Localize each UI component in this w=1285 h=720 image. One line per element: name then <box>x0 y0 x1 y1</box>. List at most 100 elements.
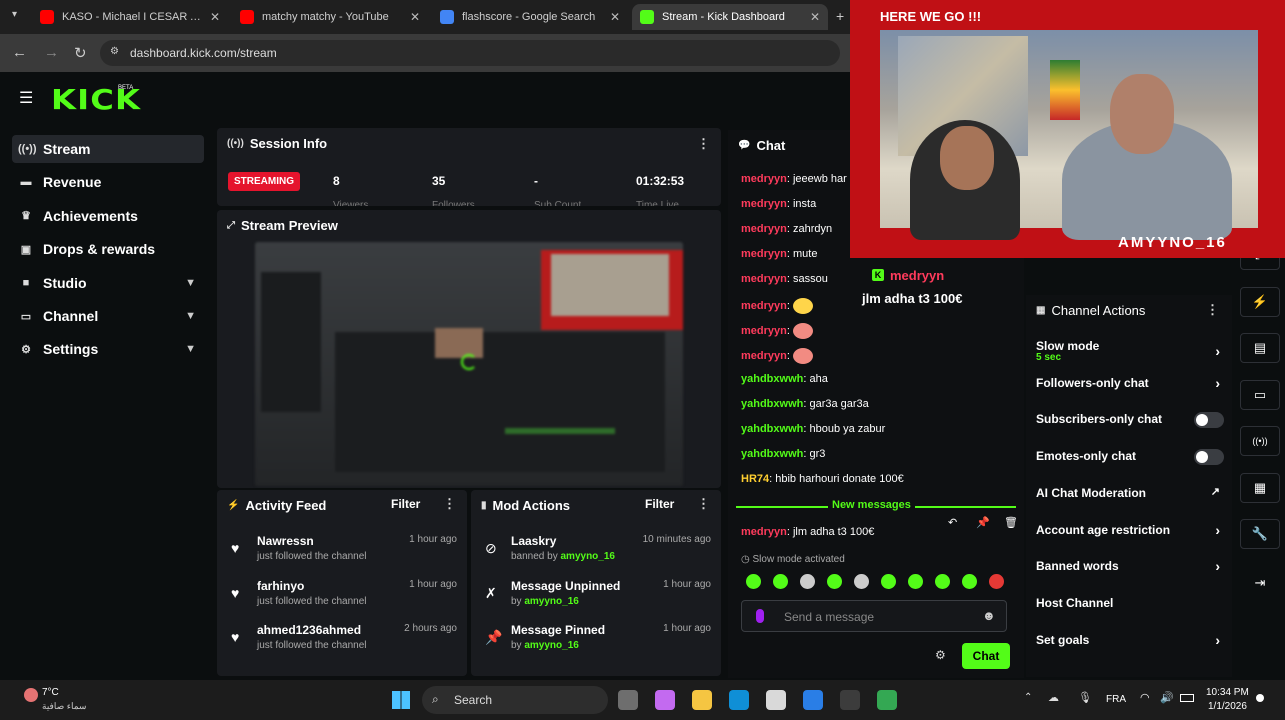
browser-tab[interactable]: KASO - Michael I CESAR ART S...✕ <box>32 4 228 30</box>
chevron-down-icon[interactable]: ▼ <box>185 277 196 289</box>
taskbar-app-icon[interactable] <box>692 690 712 710</box>
chat-username[interactable]: medryyn <box>741 300 787 312</box>
windows-start-icon[interactable] <box>392 691 410 709</box>
tray-chevron-icon[interactable]: ⌃ <box>1024 692 1032 703</box>
activity-user[interactable]: ahmed1236ahmed <box>257 623 361 637</box>
channel-action-emotes-only-chat[interactable]: Emotes-only chat <box>1036 449 1224 473</box>
sidebar-item-drops-rewards[interactable]: ▣ Drops & rewards <box>12 235 204 263</box>
tab-close-icon[interactable]: ✕ <box>402 10 420 24</box>
chat-username[interactable]: HR74 <box>741 473 769 485</box>
channel-icon[interactable]: ▦ <box>1240 472 1280 503</box>
chat-username[interactable]: medryyn <box>741 350 787 362</box>
emote-shortcut-icon[interactable] <box>962 574 977 589</box>
chat-username[interactable]: yahdbxwwh <box>741 373 803 385</box>
chevron-down-icon[interactable]: ▼ <box>185 310 196 322</box>
browser-tab[interactable]: matchy matchy - YouTube ✕ <box>232 4 428 30</box>
taskbar-app-icon[interactable] <box>618 690 638 710</box>
language-indicator[interactable]: FRA <box>1106 694 1126 705</box>
bolt-icon[interactable]: ⚡ <box>1240 286 1280 317</box>
weather-temp[interactable]: 7°C <box>42 687 59 698</box>
chat-username[interactable]: medryyn <box>741 173 787 185</box>
send-chat-button[interactable]: Chat <box>962 643 1010 669</box>
chat-username[interactable]: yahdbxwwh <box>741 448 803 460</box>
channel-action-ai-chat-moderation[interactable]: AI Chat Moderation ↗ <box>1036 486 1224 510</box>
collapse-icon[interactable]: ⇥ <box>1240 568 1280 598</box>
onedrive-icon[interactable]: ☁ <box>1048 691 1059 704</box>
emote-shortcut-icon[interactable] <box>881 574 896 589</box>
sidebar-item-studio[interactable]: ■ Studio ▼ <box>12 269 204 297</box>
chevron-down-icon[interactable]: ▼ <box>185 343 196 355</box>
emote-shortcut-icon[interactable] <box>746 574 761 589</box>
activity-user[interactable]: farhinyo <box>257 579 304 593</box>
taskbar-app-icon[interactable] <box>803 690 823 710</box>
external-link-icon[interactable]: ↗ <box>1211 485 1220 498</box>
chevron-right-icon[interactable]: › <box>1215 375 1220 391</box>
emote-shortcut-icon[interactable] <box>908 574 923 589</box>
taskbar-app-icon[interactable] <box>766 690 786 710</box>
url-field[interactable]: ⚙ dashboard.kick.com/stream <box>100 40 840 66</box>
activity-user[interactable]: Nawressn <box>257 534 314 548</box>
chevron-right-icon[interactable]: › <box>1215 343 1220 359</box>
chat-input[interactable]: Send a message ☻ <box>741 600 1007 632</box>
taskbar-app-icon[interactable] <box>840 690 860 710</box>
battery-icon[interactable] <box>1180 694 1194 702</box>
emote-shortcut-icon[interactable] <box>800 574 815 589</box>
chevron-right-icon[interactable]: › <box>1215 522 1220 538</box>
chat-username[interactable]: yahdbxwwh <box>741 398 803 410</box>
channel-action-followers-only-chat[interactable]: Followers-only chat › <box>1036 375 1224 400</box>
browser-tab[interactable]: Stream - Kick Dashboard ✕ <box>632 4 828 30</box>
browser-tab[interactable]: flashscore - Google Search ✕ <box>432 4 628 30</box>
emote-shortcut-icon[interactable] <box>935 574 950 589</box>
wifi-icon[interactable]: ◠ <box>1140 691 1150 704</box>
forward-arrow-icon[interactable]: → <box>44 44 59 61</box>
channel-actions-menu-icon[interactable]: ⋮ <box>1206 302 1219 318</box>
notification-icon[interactable] <box>1256 694 1264 702</box>
back-arrow-icon[interactable]: ← <box>12 44 27 61</box>
channel-action-host-channel[interactable]: Host Channel <box>1036 596 1224 620</box>
chat-username[interactable]: medryyn <box>741 248 787 260</box>
emote-shortcut-icon[interactable] <box>827 574 842 589</box>
taskbar-app-icon[interactable] <box>729 690 749 710</box>
weather-icon[interactable] <box>24 688 38 702</box>
channel-action-account-age-restriction[interactable]: Account age restriction › <box>1036 522 1224 547</box>
chat-username[interactable]: yahdbxwwh <box>741 423 803 435</box>
activity-menu-icon[interactable]: ⋮ <box>443 496 456 512</box>
broadcast-icon[interactable]: ((•)) <box>1240 426 1280 456</box>
emote-shortcut-icon[interactable] <box>989 574 1004 589</box>
channel-action-banned-words[interactable]: Banned words › <box>1036 558 1224 583</box>
sidebar-item-settings[interactable]: ⚙ Settings ▼ <box>12 335 204 363</box>
reload-icon[interactable]: ↻ <box>74 44 87 62</box>
microphone-tray-icon[interactable]: 🎙 <box>1078 691 1092 704</box>
chevron-right-icon[interactable]: › <box>1215 558 1220 574</box>
stream-preview-video[interactable] <box>255 242 683 486</box>
emote-shortcut-icon[interactable] <box>773 574 788 589</box>
activity-filter-button[interactable]: Filter <box>391 497 420 511</box>
taskbar-search[interactable]: ⌕ Search <box>422 686 608 714</box>
channel-action-slow-mode[interactable]: Slow mode 5 sec › <box>1036 339 1224 363</box>
tab-close-icon[interactable]: ✕ <box>602 10 620 24</box>
tab-list-chevron-icon[interactable]: ▾ <box>12 9 17 20</box>
mod-action-user[interactable]: amyyno_16 <box>524 640 578 651</box>
tab-close-icon[interactable]: ✕ <box>802 10 820 24</box>
mod-menu-icon[interactable]: ⋮ <box>697 496 710 512</box>
taskbar-app-icon[interactable] <box>877 690 897 710</box>
document-icon[interactable]: ▤ <box>1240 333 1280 363</box>
mod-filter-button[interactable]: Filter <box>645 497 674 511</box>
channel-action-set-goals[interactable]: Set goals › <box>1036 632 1224 657</box>
session-menu-icon[interactable]: ⋮ <box>697 136 710 152</box>
tab-close-icon[interactable]: ✕ <box>202 10 220 24</box>
channel-action-subscribers-only-chat[interactable]: Subscribers-only chat <box>1036 412 1224 436</box>
taskbar-app-icon[interactable] <box>655 690 675 710</box>
wrench-icon[interactable]: 🔧 <box>1240 519 1280 549</box>
reply-icon[interactable]: ↶ <box>948 516 957 529</box>
chat-username[interactable]: medryyn <box>741 223 787 235</box>
mod-action-user[interactable]: amyyno_16 <box>561 551 615 562</box>
emoji-picker-icon[interactable]: ☻ <box>982 608 996 623</box>
chat-bubble-icon[interactable]: ▭ <box>1240 379 1280 410</box>
delete-message-icon[interactable]: 🗑 <box>1004 516 1018 529</box>
pin-message-icon[interactable]: 📌 <box>976 516 990 529</box>
microphone-icon[interactable] <box>756 609 764 623</box>
sidebar-item-stream[interactable]: ((•)) Stream <box>12 135 204 163</box>
mod-action-user[interactable]: amyyno_16 <box>524 596 578 607</box>
clock-time[interactable]: 10:34 PM <box>1206 687 1249 698</box>
